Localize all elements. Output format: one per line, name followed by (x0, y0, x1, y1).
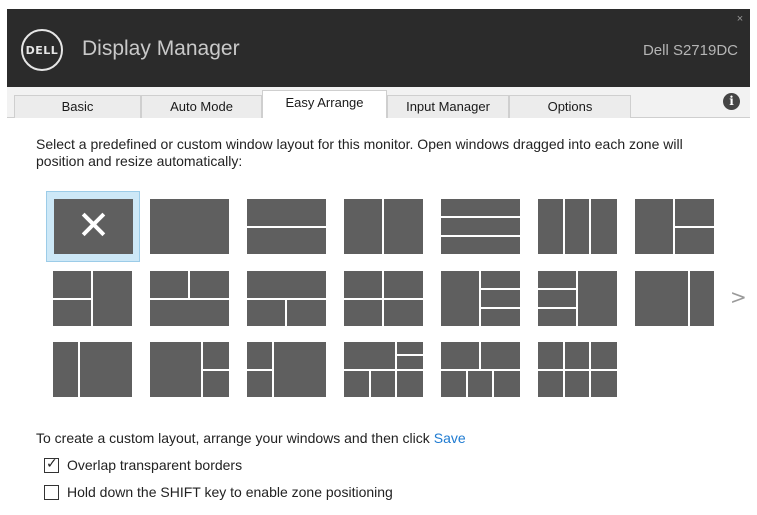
overlap-borders-checkbox[interactable]: ✓ (44, 455, 59, 473)
layout-top-split-plus-bottom[interactable] (150, 271, 229, 326)
layout-left-plus-right-triple[interactable] (441, 271, 520, 326)
layout-left-plus-right-split[interactable] (635, 199, 714, 254)
checkmark-icon: ✓ (46, 455, 58, 472)
layout-top-plus-bottom-split[interactable] (247, 271, 326, 326)
shift-key-option[interactable]: Hold down the SHIFT key to enable zone p… (44, 484, 393, 500)
layout-six-grid[interactable] (538, 342, 617, 397)
overlap-borders-option[interactable]: ✓ Overlap transparent borders (44, 455, 243, 473)
layout-three-vertical[interactable] (538, 199, 617, 254)
dell-logo: DELL (21, 29, 63, 71)
description-text: Select a predefined or custom window lay… (36, 136, 683, 169)
close-x-icon: ✕ (54, 199, 133, 254)
custom-layout-label: To create a custom layout, arrange your … (36, 430, 430, 446)
shift-key-checkbox[interactable] (44, 484, 59, 500)
layout-two-vertical[interactable] (344, 199, 423, 254)
layout-two-horizontal[interactable] (247, 199, 326, 254)
custom-layout-text: To create a custom layout, arrange your … (36, 430, 466, 446)
layout-left-split-plus-right[interactable] (53, 271, 132, 326)
app-title: Display Manager (82, 37, 240, 60)
layout-single[interactable] (150, 199, 229, 254)
save-link[interactable]: Save (434, 430, 466, 446)
layout-three-horizontal[interactable] (441, 199, 520, 254)
title-bar: DELL Display Manager Dell S2719DC × (7, 9, 750, 87)
tab-auto-mode[interactable]: Auto Mode (141, 95, 262, 118)
layout-none[interactable]: ✕ (46, 191, 140, 262)
layout-left-triple-plus-right[interactable] (538, 271, 617, 326)
monitor-name: Dell S2719DC (642, 42, 738, 59)
tab-easy-arrange[interactable]: Easy Arrange (262, 90, 387, 119)
close-button[interactable]: × (733, 12, 747, 26)
logo-text: DELL (25, 43, 59, 57)
shift-key-label: Hold down the SHIFT key to enable zone p… (67, 484, 393, 500)
overlap-borders-label: Overlap transparent borders (67, 457, 243, 473)
layout-left-split-plus-wide-right[interactable] (247, 342, 326, 397)
tab-input-manager[interactable]: Input Manager (387, 95, 509, 118)
layout-mixed-grid-b[interactable] (441, 342, 520, 397)
layout-wide-left-plus-right-split[interactable] (150, 342, 229, 397)
layout-mixed-grid-a[interactable] (344, 342, 423, 397)
next-page-arrow[interactable]: > (730, 285, 747, 309)
layout-quad[interactable] (344, 271, 423, 326)
layout-wide-left-narrow-right[interactable] (635, 271, 714, 326)
tab-bar: Basic Auto Mode Easy Arrange Input Manag… (7, 87, 750, 119)
info-icon[interactable]: i (723, 93, 740, 110)
tab-options[interactable]: Options (509, 95, 631, 118)
layout-narrow-left-wide-right[interactable] (53, 342, 132, 397)
tab-basic[interactable]: Basic (14, 95, 141, 118)
